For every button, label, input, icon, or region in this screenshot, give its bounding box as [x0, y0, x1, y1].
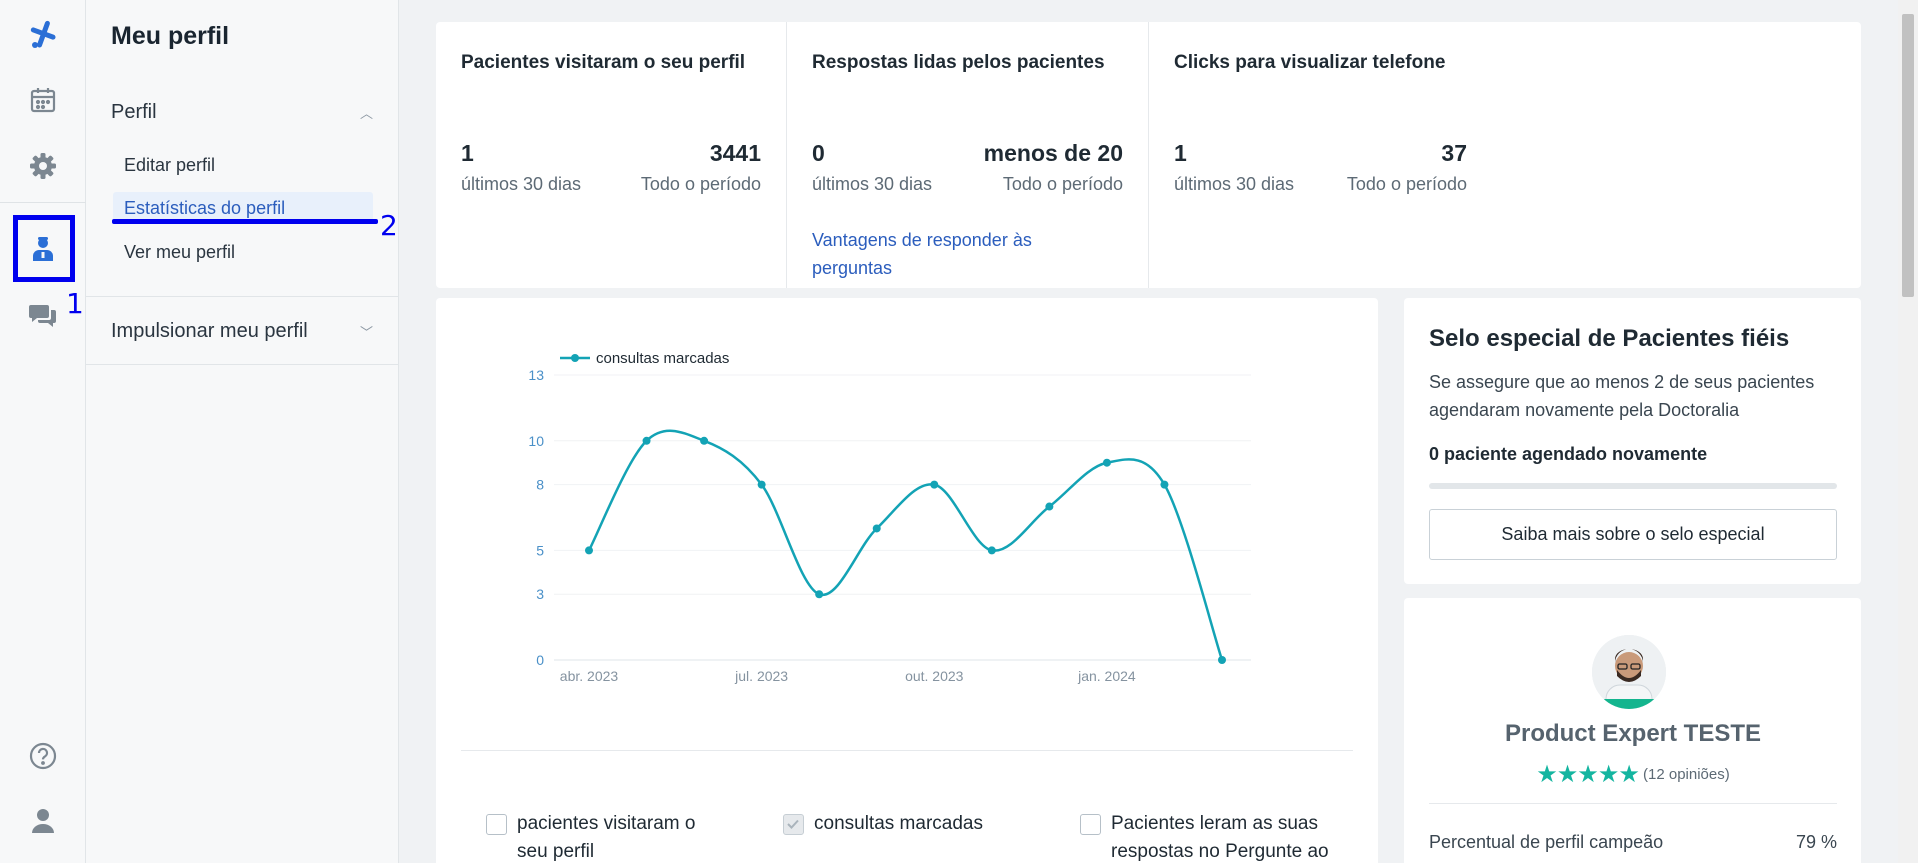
x-tick-label: abr. 2023 [560, 668, 619, 684]
appointments-line-chart: 0 3 5 8 10 13 abr. 2023 jul. 2023 out. 2023 jan. … [528, 350, 1251, 684]
seal-progress-bar [1429, 483, 1837, 489]
data-point [872, 524, 881, 533]
rail-divider [0, 202, 86, 203]
y-tick-label: 13 [528, 367, 544, 383]
legend-label: consultas marcadas [596, 350, 729, 367]
doctor-avatar [1592, 635, 1666, 709]
data-point [757, 480, 766, 489]
series-line [587, 429, 1224, 661]
stat-total-value: menos de 20 [983, 140, 1123, 166]
doctoralia-logo-icon[interactable] [0, 4, 86, 64]
submenu-divider [86, 296, 399, 297]
stat-total-label: Todo o período [1002, 174, 1123, 194]
stat-recent-value: 1 [461, 140, 474, 166]
checkbox-visits[interactable] [486, 814, 507, 835]
section-perfil-label: Perfil [111, 101, 157, 123]
profile-completeness-row: Percentual de perfil campeão 79 % [1429, 832, 1837, 853]
loyal-patients-seal-card: Selo especial de Pacientes fiéis Se asse… [1404, 298, 1861, 584]
reviews-count: (12 opiniões) [1643, 766, 1730, 783]
submenu-item-editar-perfil[interactable]: Editar perfil [113, 149, 373, 181]
app-root: 1 Meu perfil Perfil ︿ Editar perfil Esta… [0, 0, 1918, 863]
avatar-image [1592, 635, 1666, 709]
y-tick-label: 3 [536, 586, 544, 602]
y-tick-label: 8 [536, 477, 544, 493]
checkbox-appointments[interactable] [783, 814, 804, 835]
annotation-label-2: 2 [380, 209, 398, 242]
annotation-box-1 [13, 215, 75, 282]
gear-icon[interactable] [0, 136, 86, 196]
stat-recent-value: 1 [1174, 140, 1187, 166]
profile-summary-card: Product Expert TESTE ★★★★★ (12 opiniões)… [1404, 598, 1861, 863]
seal-title: Selo especial de Pacientes fiéis [1429, 325, 1790, 352]
chart-divider [461, 750, 1353, 751]
stats-card: Pacientes visitaram o seu perfil 1 últim… [436, 22, 1861, 288]
section-impulsionar-toggle[interactable]: Impulsionar meu perfil ﹀ [111, 320, 373, 343]
data-point [1218, 656, 1226, 664]
submenu-divider [86, 364, 399, 365]
stat-recent-label: últimos 30 dias [812, 174, 933, 194]
stat-title: Respostas lidas pelos pacientes [812, 52, 1105, 73]
stat-recent-value: 0 [812, 140, 825, 166]
stat-visits: Pacientes visitaram o seu perfil 1 últim… [436, 22, 786, 288]
help-icon[interactable] [0, 726, 86, 786]
checkbox-label: consultas marcadas [814, 813, 983, 834]
data-point [642, 436, 651, 445]
data-point [700, 436, 709, 445]
scrollbar-thumb[interactable] [1902, 14, 1914, 297]
chart-card: 0 3 5 8 10 13 abr. 2023 jul. 2023 out. 2023 jan. … [436, 298, 1378, 863]
checkmark-icon [787, 819, 799, 829]
annotation-underline-2 [112, 219, 378, 224]
chevron-down-icon: ﹀ [359, 325, 373, 340]
section-impulsionar-label: Impulsionar meu perfil [111, 320, 308, 342]
data-point [585, 546, 593, 555]
page-scrollbar[interactable] [1898, 0, 1918, 863]
y-tick-label: 0 [536, 652, 544, 668]
stat-total-value: 3441 [709, 140, 761, 166]
section-perfil-toggle[interactable]: Perfil ︿ [111, 101, 373, 124]
stat-recent-label: últimos 30 dias [1174, 174, 1295, 194]
y-tick-label: 5 [536, 542, 544, 558]
icon-rail: 1 [0, 0, 86, 863]
stat-recent-label: últimos 30 dias [461, 174, 582, 194]
data-point [1045, 502, 1054, 511]
profile-submenu: Meu perfil Perfil ︿ Editar perfil Estatí… [86, 0, 399, 863]
stat-total-value: 37 [1441, 140, 1467, 166]
stat-title: Clicks para visualizar telefone [1174, 52, 1446, 73]
data-point [815, 590, 824, 599]
seal-description: Se assegure que ao menos 2 de seus pacie… [1429, 372, 1815, 420]
user-icon[interactable] [0, 791, 86, 851]
profile-divider [1429, 803, 1837, 804]
data-point [987, 546, 996, 555]
stat-answers: Respostas lidas pelos pacientes 0 último… [786, 22, 1148, 288]
stat-total-label: Todo o período [1346, 174, 1467, 194]
stat-total-label: Todo o período [640, 174, 761, 194]
calendar-icon[interactable] [0, 70, 86, 130]
profile-name: Product Expert TESTE [1504, 720, 1762, 747]
seal-count: 0 paciente agendado novamente [1429, 444, 1708, 464]
submenu-item-ver-perfil[interactable]: Ver meu perfil [113, 236, 373, 268]
completeness-value: 79 % [1795, 832, 1837, 852]
answers-benefits-link[interactable]: Vantagens de responder às perguntas [812, 226, 1082, 282]
legend-marker [571, 354, 579, 362]
checkbox-label: pacientes visitaram o seu perfil [517, 813, 696, 862]
checkbox-answers-read[interactable] [1080, 814, 1101, 835]
data-point [1102, 458, 1111, 467]
data-point [930, 480, 939, 489]
x-tick-label: jul. 2023 [734, 668, 788, 684]
submenu-title: Meu perfil [111, 22, 230, 50]
seal-learn-more-button[interactable]: Saiba mais sobre o selo especial [1429, 509, 1837, 560]
stat-phone-clicks: Clicks para visualizar telefone 1 último… [1148, 22, 1861, 288]
stat-title: Pacientes visitaram o seu perfil [461, 52, 746, 73]
star-rating-icons: ★★★★★ [1536, 761, 1640, 788]
y-tick-label: 10 [528, 433, 544, 449]
rating[interactable]: ★★★★★ (12 opiniões) [1404, 760, 1862, 789]
chevron-up-icon: ︿ [359, 106, 373, 121]
completeness-label: Percentual de perfil campeão [1429, 832, 1664, 852]
checkbox-label: Pacientes leram as suas respostas no Per… [1111, 813, 1329, 862]
x-tick-label: jan. 2024 [1077, 668, 1136, 684]
chat-icon[interactable] [0, 285, 86, 345]
data-point [1160, 480, 1169, 489]
x-tick-label: out. 2023 [905, 668, 964, 684]
